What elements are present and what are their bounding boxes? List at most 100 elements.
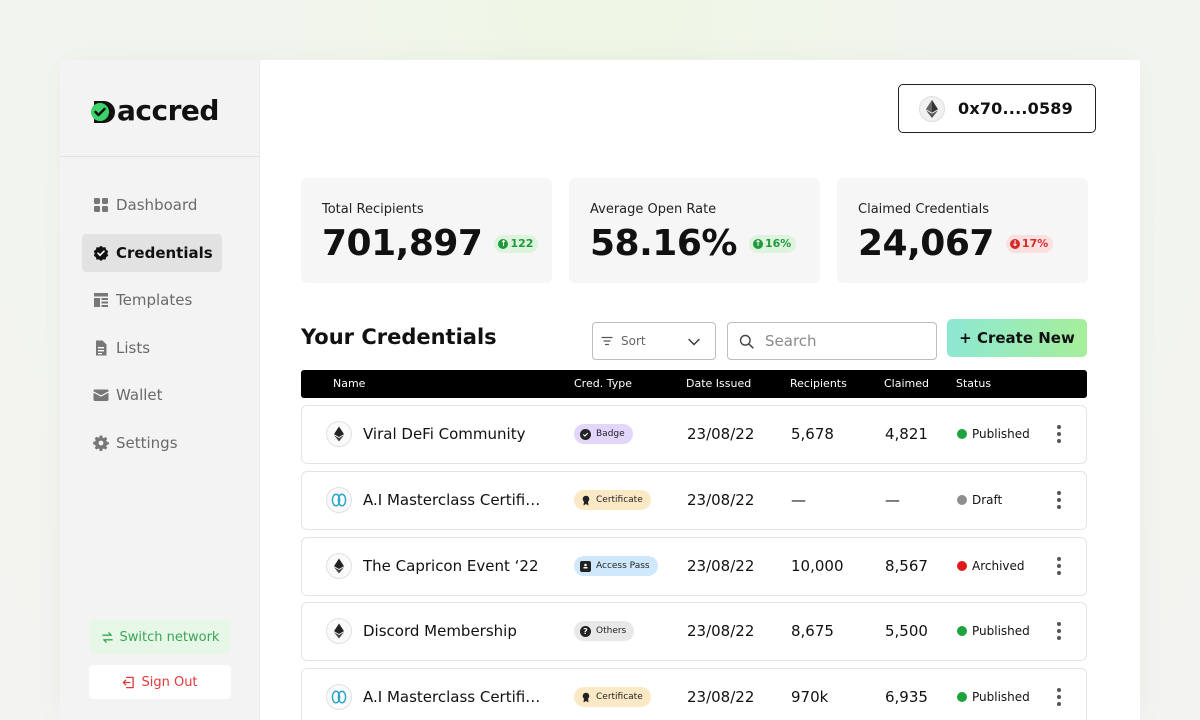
column-header-name[interactable]: Name xyxy=(333,377,365,390)
recipients-count: 8,675 xyxy=(791,622,834,640)
section-title: Your Credentials xyxy=(301,325,497,349)
recipients-count: 970k xyxy=(791,688,829,706)
ethereum-icon xyxy=(326,553,352,579)
hedera-icon xyxy=(326,684,352,710)
wallet-icon xyxy=(93,387,109,403)
sidebar-item-dashboard[interactable]: Dashboard xyxy=(82,186,222,224)
claimed-count: 6,935 xyxy=(885,688,928,706)
more-options-icon[interactable] xyxy=(1053,618,1065,644)
arrow-down-icon: ↓ xyxy=(1009,238,1020,249)
type-label: Certificate xyxy=(596,692,643,702)
logo[interactable]: accred xyxy=(90,90,219,130)
wallet-address: 0x70....0589 xyxy=(958,99,1073,118)
claimed-count: — xyxy=(885,491,900,509)
stat-label: Total Recipients xyxy=(322,202,424,217)
status-badge: Published xyxy=(957,669,1030,720)
sidebar-item-label: Lists xyxy=(116,338,151,357)
delta-value: 16% xyxy=(764,237,792,250)
switch-arrows-icon xyxy=(101,631,113,643)
column-header-claimed[interactable]: Claimed xyxy=(884,377,929,390)
status-dot xyxy=(957,429,967,439)
type-label: Badge xyxy=(596,429,625,439)
credential-name: Discord Membership xyxy=(363,622,517,640)
type-label: Others xyxy=(596,626,627,636)
delta-value: 17% xyxy=(1021,237,1049,250)
status-badge: Draft xyxy=(957,472,1002,528)
credentials-icon xyxy=(93,245,109,261)
claimed-count: 8,567 xyxy=(885,557,928,575)
more-options-icon[interactable] xyxy=(1053,684,1065,710)
column-header-recipients[interactable]: Recipients xyxy=(790,377,847,390)
table-row[interactable]: The Capricon Event ‘22 Access Pass 23/08… xyxy=(301,537,1087,596)
recipients-count: 5,678 xyxy=(791,425,834,443)
claimed-count: 4,821 xyxy=(885,425,928,443)
type-label: Certificate xyxy=(596,495,643,505)
column-header-type[interactable]: Cred. Type xyxy=(574,377,632,390)
sidebar-divider xyxy=(60,156,260,157)
certificate-icon xyxy=(580,495,591,506)
sidebar-item-label: Credentials xyxy=(116,243,213,262)
delta-badge: ↓ 17% xyxy=(1005,234,1054,253)
credential-name: A.I Masterclass Certifi… xyxy=(363,491,541,509)
gear-icon xyxy=(93,435,109,451)
table-row[interactable]: A.I Masterclass Certifi… Certificate 23/… xyxy=(301,471,1087,530)
ethereum-icon xyxy=(326,421,352,447)
create-new-button[interactable]: + Create New xyxy=(947,319,1087,357)
type-pill: Access Pass xyxy=(574,556,658,576)
column-header-status[interactable]: Status xyxy=(956,377,991,390)
status-badge: Archived xyxy=(957,538,1025,594)
more-options-icon[interactable] xyxy=(1053,421,1065,447)
status-dot xyxy=(957,626,967,636)
table-row[interactable]: Discord Membership ? Others 23/08/22 8,6… xyxy=(301,602,1087,661)
sign-out-button[interactable]: Sign Out xyxy=(89,665,231,699)
date-issued: 23/08/22 xyxy=(687,688,755,706)
status-dot xyxy=(957,561,967,571)
sidebar-item-credentials[interactable]: Credentials xyxy=(82,233,222,272)
sort-dropdown[interactable]: Sort xyxy=(592,322,716,360)
switch-network-button[interactable]: Switch network xyxy=(89,620,231,654)
sign-out-label: Sign Out xyxy=(141,674,198,690)
stat-value: 701,897 xyxy=(322,223,483,264)
status-dot xyxy=(957,495,967,505)
stat-label: Claimed Credentials xyxy=(858,202,989,217)
sort-label: Sort xyxy=(621,334,646,348)
stat-label: Average Open Rate xyxy=(590,202,717,217)
credential-name: Viral DeFi Community xyxy=(363,425,526,443)
search-input[interactable] xyxy=(765,332,925,350)
delta-value: 122 xyxy=(510,237,534,250)
templates-icon xyxy=(93,292,109,308)
status-label: Published xyxy=(972,624,1030,638)
question-icon: ? xyxy=(580,625,591,637)
certificate-icon xyxy=(580,692,591,703)
status-label: Published xyxy=(972,690,1030,704)
status-badge: Published xyxy=(957,603,1030,659)
type-pill: Badge xyxy=(574,424,633,444)
wallet-address-button[interactable]: 0x70....0589 xyxy=(898,84,1096,133)
arrow-up-icon: ↑ xyxy=(498,238,509,249)
date-issued: 23/08/22 xyxy=(687,491,755,509)
filter-lines-icon xyxy=(601,336,613,346)
date-issued: 23/08/22 xyxy=(687,557,755,575)
table-row[interactable]: Viral DeFi Community Badge 23/08/22 5,67… xyxy=(301,405,1087,464)
sidebar-item-lists[interactable]: Lists xyxy=(82,329,222,367)
switch-network-label: Switch network xyxy=(119,629,220,645)
date-issued: 23/08/22 xyxy=(687,425,755,443)
search-box[interactable] xyxy=(727,322,937,360)
access-pass-icon xyxy=(580,560,591,572)
status-label: Archived xyxy=(972,559,1025,573)
sidebar-item-settings[interactable]: Settings xyxy=(82,424,222,462)
more-options-icon[interactable] xyxy=(1053,553,1065,579)
recipients-count: — xyxy=(791,491,806,509)
table-row[interactable]: A.I Masterclass Certifi… Certificate 23/… xyxy=(301,668,1087,720)
column-header-date[interactable]: Date Issued xyxy=(686,377,751,390)
sidebar-item-label: Templates xyxy=(116,291,193,310)
stat-card-average-open-rate: Average Open Rate 58.16% ↑ 16% xyxy=(569,178,820,283)
stat-value: 58.16% xyxy=(590,223,737,264)
delta-badge: ↑ 122 xyxy=(494,234,539,253)
status-label: Draft xyxy=(972,493,1003,507)
sidebar-item-wallet[interactable]: Wallet xyxy=(82,376,222,414)
more-options-icon[interactable] xyxy=(1053,487,1065,513)
claimed-count: 5,500 xyxy=(885,622,928,640)
hedera-icon xyxy=(326,487,352,513)
sidebar-item-templates[interactable]: Templates xyxy=(82,281,222,319)
